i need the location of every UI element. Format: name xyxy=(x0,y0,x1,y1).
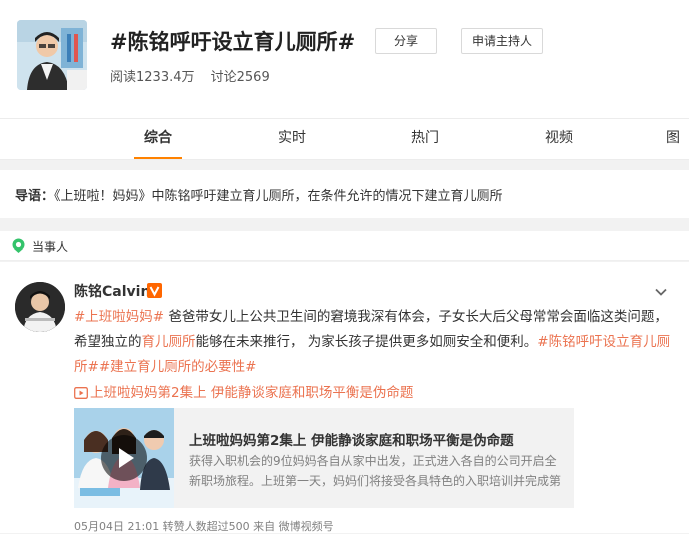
topic-guide: 导语：《上班啦！妈妈》中陈铭呼吁建立育儿厕所，在条件允许的情况下建立育儿厕所 xyxy=(0,170,689,218)
chevron-down-icon[interactable] xyxy=(654,284,668,298)
author-name[interactable]: 陈铭Calvin xyxy=(74,281,150,301)
verified-badge-icon xyxy=(147,283,162,298)
author-avatar[interactable] xyxy=(15,282,65,332)
hashtag-part: 的必要性# xyxy=(191,359,257,375)
post-text-part: 能够在未来推行， 为家长孩子提供更多如厕安全和便利。 xyxy=(195,334,538,350)
tab-hot[interactable]: 热门 xyxy=(395,119,455,159)
apply-host-button[interactable]: 申请主持人 xyxy=(461,28,543,54)
hashtag-part: #建立 xyxy=(98,359,138,375)
topic-stats: 阅读1233.4万 讨论2569 xyxy=(110,66,270,85)
hashtag-link[interactable]: #建立育儿厕所的必要性# xyxy=(99,359,257,375)
video-link[interactable]: 上班啦妈妈第2集上 伊能静谈家庭和职场平衡是伪命题 xyxy=(74,381,413,401)
party-section-header: 当事人 xyxy=(0,231,689,261)
tab-image[interactable]: 图 xyxy=(666,119,689,159)
share-button[interactable]: 分享 xyxy=(375,28,437,54)
tab-video[interactable]: 视频 xyxy=(529,119,589,159)
party-label: 当事人 xyxy=(32,240,69,254)
topic-cover-image xyxy=(17,20,87,90)
topic-title: #陈铭呼吁设立育儿厕所# xyxy=(110,30,356,54)
tab-bar: 综合 实时 热门 视频 图 xyxy=(0,118,689,160)
topic-header: #陈铭呼吁设立育儿厕所# 分享 申请主持人 阅读1233.4万 讨论2569 xyxy=(0,0,689,118)
video-icon xyxy=(74,385,90,401)
post-meta: 05月04日 21:01 转赞人数超过500 来自 微博视频号 xyxy=(74,520,334,533)
video-link-label: 上班啦妈妈第2集上 伊能静谈家庭和职场平衡是伪命题 xyxy=(90,385,414,401)
video-card-title[interactable]: 上班啦妈妈第2集上 伊能静谈家庭和职场平衡是伪命题 xyxy=(189,429,514,449)
read-count: 阅读1233.4万 xyxy=(110,70,195,85)
tab-realtime[interactable]: 实时 xyxy=(262,119,322,159)
location-pin-icon xyxy=(11,238,26,253)
discussion-count: 讨论2569 xyxy=(210,70,270,85)
video-thumbnail[interactable] xyxy=(74,408,174,508)
weibo-post: 陈铭Calvin #上班啦妈妈# 爸爸带女儿上公共卫生间的窘境我深有体会，子女长… xyxy=(0,262,689,533)
hashtag-link[interactable]: #上班啦妈妈# xyxy=(74,309,164,325)
video-card[interactable]: 上班啦妈妈第2集上 伊能静谈家庭和职场平衡是伪命题 获得入职机会的9位妈妈各自从… xyxy=(74,408,574,508)
video-card-description: 获得入职机会的9位妈妈各自从家中出发，正式进入各自的公司开启全新职场旅程。上班第… xyxy=(189,454,562,488)
post-text: #上班啦妈妈# 爸爸带女儿上公共卫生间的窘境我深有体会，子女长大后父母常常会面临… xyxy=(74,305,674,380)
highlight-keyword: 育儿厕所 xyxy=(137,359,192,375)
play-icon[interactable] xyxy=(101,435,147,481)
guide-label: 导语： xyxy=(15,189,55,204)
guide-text: 《上班啦！妈妈》中陈铭呼吁建立育儿厕所，在条件允许的情况下建立育儿厕所 xyxy=(54,189,503,204)
tab-comprehensive[interactable]: 综合 xyxy=(128,119,188,159)
highlight-keyword: 育儿厕所 xyxy=(141,334,196,350)
